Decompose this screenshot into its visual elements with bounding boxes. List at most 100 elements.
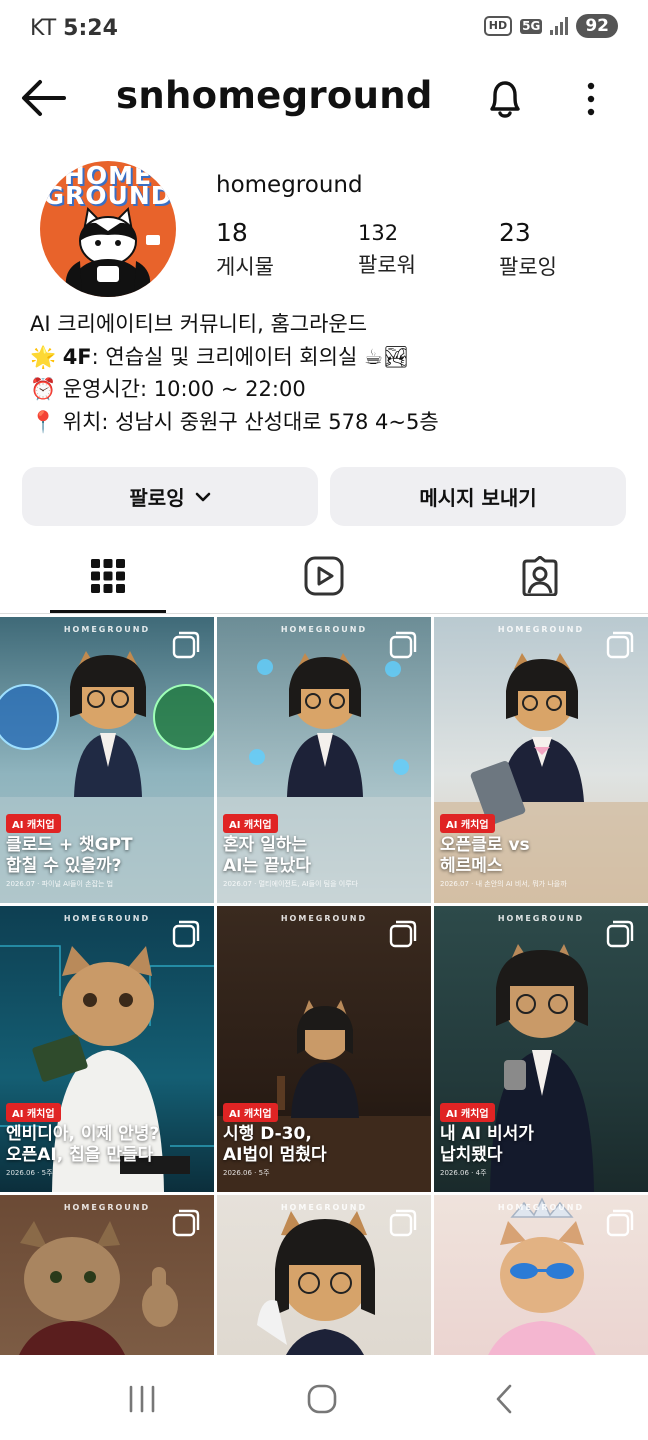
- post-tile[interactable]: HOMEGROUND AI 캐치업 클로드 + 챗GPT 합칠 수 있을까? 2…: [0, 617, 214, 903]
- tile-title-line: 합칠 수 있을까?: [6, 856, 122, 876]
- carousel-icon: [172, 920, 200, 948]
- grid-icon: [91, 559, 125, 593]
- alarm-clock-icon: ⏰: [30, 377, 57, 401]
- hd-voice-icon: HD: [483, 16, 513, 36]
- post-tile[interactable]: HOMEGROUND: [217, 1195, 431, 1355]
- tile-title: 시행 D-30, AI법이 멈췄다: [223, 1124, 327, 1166]
- back-arrow-icon: [22, 80, 66, 116]
- tile-subtitle: 2026.06 · 4주: [440, 1169, 487, 1177]
- carousel-icon: [389, 1209, 417, 1237]
- battery-icon: 92: [576, 14, 618, 38]
- tab-posts-grid[interactable]: [0, 538, 216, 614]
- followers-stat[interactable]: 132 팔로워: [358, 218, 416, 279]
- profile-username: snhomeground: [116, 74, 433, 117]
- tile-tag: AI 캐치업: [223, 814, 278, 833]
- tile-subtitle: 2026.06 · 5주: [6, 1169, 53, 1177]
- bio-text: AI 크리에이티브 커뮤니티, 홈그라운드: [30, 312, 368, 336]
- chevron-down-icon: [195, 492, 210, 501]
- bio-text: 위치: 성남시 중원구 산성대로 578 4~5층: [62, 409, 439, 434]
- tile-tag: AI 캐치업: [440, 814, 495, 833]
- star-icon: 🌟: [30, 344, 57, 369]
- tile-title-line: 시행 D-30,: [223, 1124, 312, 1144]
- bio-floor: 4F: [62, 344, 92, 369]
- status-carrier-time: KT 5:24: [30, 16, 118, 41]
- tile-title-line: 헤르메스: [440, 856, 503, 876]
- active-tab-indicator: [50, 610, 166, 613]
- carousel-icon: [606, 1209, 634, 1237]
- tile-title-line: 혼자 일하는: [223, 835, 308, 855]
- followers-label: 팔로워: [358, 253, 416, 277]
- bio-line: 📍 위치: 성남시 중원구 산성대로 578 4~5층: [30, 406, 439, 439]
- tile-subtitle: 2026.06 · 5주: [223, 1169, 270, 1177]
- tile-title-line: 엔비디아, 이제 안녕?: [6, 1124, 160, 1144]
- back-button[interactable]: [20, 78, 66, 118]
- carousel-icon: [606, 920, 634, 948]
- home-icon: [307, 1384, 337, 1414]
- tile-title-line: 내 AI 비서가: [440, 1124, 534, 1144]
- post-tile[interactable]: HOMEGROUND AI 캐치업 내 AI 비서가 납치됐다 2026.06 …: [434, 906, 648, 1192]
- posts-stat[interactable]: 18 게시물: [216, 218, 274, 281]
- bio-text: 운영시간: 10:00 ~ 22:00: [62, 377, 306, 401]
- clock: 5:24: [63, 16, 118, 41]
- post-tile[interactable]: HOMEGROUND: [0, 1195, 214, 1355]
- tile-tag: AI 캐치업: [223, 1103, 278, 1122]
- profile-header: snhomeground: [0, 62, 648, 134]
- tile-title-line: AI는 끝났다: [223, 856, 311, 876]
- more-options-button[interactable]: [576, 78, 606, 120]
- post-tile[interactable]: HOMEGROUND AI 캐치업 시행 D-30, AI법이 멈췄다 2026…: [217, 906, 431, 1192]
- tile-title-line: AI법이 멈췄다: [223, 1145, 327, 1165]
- tile-subtitle: 2026.07 · 내 손안의 AI 비서, 뭐가 나을까: [440, 880, 567, 888]
- posts-grid: HOMEGROUND AI 캐치업 클로드 + 챗GPT 합칠 수 있을까? 2…: [0, 617, 648, 1355]
- following-stat[interactable]: 23 팔로잉: [499, 218, 557, 281]
- profile-avatar[interactable]: HOME GROUND: [40, 161, 176, 297]
- post-tile[interactable]: HOMEGROUND: [434, 1195, 648, 1355]
- tile-subtitle: 2026.07 · 파이널 AI들이 손잡는 법: [6, 880, 114, 888]
- network-5g-icon: 5G: [520, 18, 543, 34]
- post-tile[interactable]: HOMEGROUND AI 캐치업 엔비디아, 이제 안녕? 오픈AI, 칩을 …: [0, 906, 214, 1192]
- tagged-person-icon: [522, 556, 558, 596]
- posts-label: 게시물: [216, 255, 274, 279]
- following-button-label: 팔로잉: [129, 486, 185, 510]
- tile-subtitle: 2026.07 · 멀티에이전트, AI들이 팀을 이루다: [223, 880, 359, 888]
- tile-title: 혼자 일하는 AI는 끝났다: [223, 835, 311, 877]
- pin-icon: 📍: [30, 409, 57, 434]
- profile-tabs: [0, 538, 648, 614]
- tile-title-line: 클로드 + 챗GPT: [6, 835, 133, 855]
- back-nav-button[interactable]: [474, 1381, 534, 1417]
- tile-title: 클로드 + 챗GPT 합칠 수 있을까?: [6, 835, 133, 877]
- signal-icon: [550, 17, 569, 35]
- more-vertical-icon: [587, 82, 595, 116]
- following-count: 23: [499, 218, 531, 247]
- cat-mascot-icon: [65, 206, 160, 297]
- tile-title-line: 오픈클로 vs: [440, 835, 530, 855]
- tile-tag: AI 캐치업: [440, 1103, 495, 1122]
- carousel-icon: [389, 920, 417, 948]
- following-button[interactable]: 팔로잉: [22, 467, 318, 526]
- home-button[interactable]: [292, 1381, 352, 1417]
- notifications-button[interactable]: [482, 76, 528, 122]
- status-bar: KT 5:24 HD 5G 92: [0, 0, 648, 58]
- tab-tagged[interactable]: [432, 538, 648, 614]
- post-tile[interactable]: HOMEGROUND AI 캐치업 혼자 일하는 AI는 끝났다 2026.07…: [217, 617, 431, 903]
- profile-bio: AI 크리에이티브 커뮤니티, 홈그라운드 🌟 4F: 연습실 및 크리에이터 …: [30, 308, 439, 438]
- display-name: homeground: [216, 172, 363, 198]
- post-tile[interactable]: HOMEGROUND AI 캐치업 오픈클로 vs 헤르메스 2026.07 ·…: [434, 617, 648, 903]
- posts-count: 18: [216, 218, 248, 247]
- tile-tag: AI 캐치업: [6, 814, 61, 833]
- recent-apps-button[interactable]: [112, 1381, 172, 1417]
- tile-title: 오픈클로 vs 헤르메스: [440, 835, 530, 877]
- carousel-icon: [172, 1209, 200, 1237]
- tile-title: 엔비디아, 이제 안녕? 오픈AI, 칩을 만들다: [6, 1124, 159, 1166]
- carousel-icon: [172, 631, 200, 659]
- carrier: KT: [30, 16, 57, 41]
- tab-reels[interactable]: [216, 538, 432, 614]
- followers-count: 132: [358, 221, 399, 245]
- tile-tag: AI 캐치업: [6, 1103, 61, 1122]
- bell-icon: [490, 81, 520, 118]
- message-button[interactable]: 메시지 보내기: [330, 467, 626, 526]
- system-navigation-bar: [0, 1355, 648, 1440]
- bio-line: AI 크리에이티브 커뮤니티, 홈그라운드: [30, 308, 439, 341]
- bio-line: 🌟 4F: 연습실 및 크리에이터 회의실 ☕🏞: [30, 341, 439, 374]
- carousel-icon: [389, 631, 417, 659]
- message-button-label: 메시지 보내기: [419, 486, 537, 510]
